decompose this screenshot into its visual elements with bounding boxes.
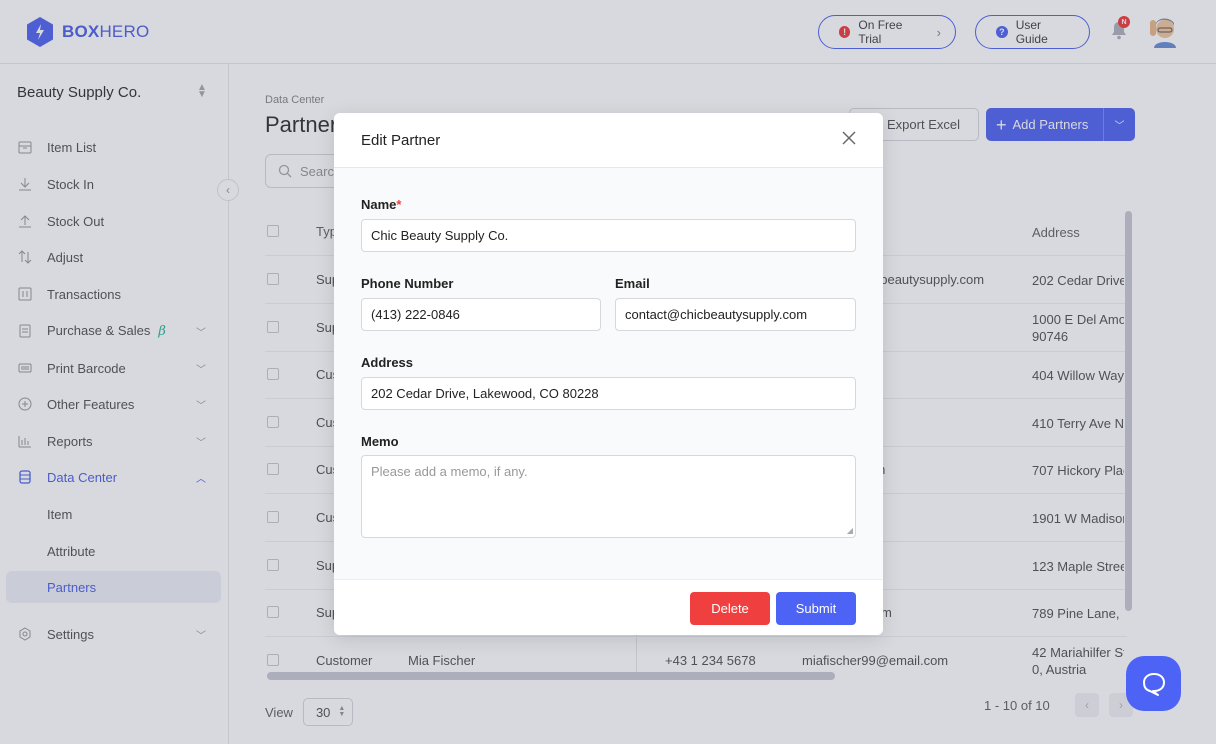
close-button[interactable] (839, 128, 859, 148)
name-label: Name* (361, 197, 402, 212)
edit-partner-dialog: Edit Partner Name* Chic Beauty Supply Co… (334, 113, 883, 635)
email-label: Email (615, 276, 650, 291)
dialog-footer: Delete Submit (334, 579, 883, 635)
phone-input[interactable]: (413) 222-0846 (361, 298, 601, 331)
phone-label: Phone Number (361, 276, 454, 291)
memo-textarea[interactable]: Please add a memo, if any. ◢ (361, 455, 856, 538)
address-label: Address (361, 355, 414, 370)
dialog-title: Edit Partner (361, 132, 441, 149)
resize-handle-icon[interactable]: ◢ (847, 526, 853, 535)
dialog-header: Edit Partner (334, 113, 883, 168)
chat-bubble-icon (1142, 672, 1165, 696)
close-icon (842, 131, 856, 145)
required-marker: * (396, 197, 402, 212)
email-input[interactable]: contact@chicbeautysupply.com (615, 298, 856, 331)
memo-label: Memo (361, 434, 399, 449)
delete-button[interactable]: Delete (690, 592, 770, 625)
chat-support-button[interactable] (1126, 656, 1181, 711)
submit-button[interactable]: Submit (776, 592, 856, 625)
address-input[interactable]: 202 Cedar Drive, Lakewood, CO 80228 (361, 377, 856, 410)
name-input[interactable]: Chic Beauty Supply Co. (361, 219, 856, 252)
